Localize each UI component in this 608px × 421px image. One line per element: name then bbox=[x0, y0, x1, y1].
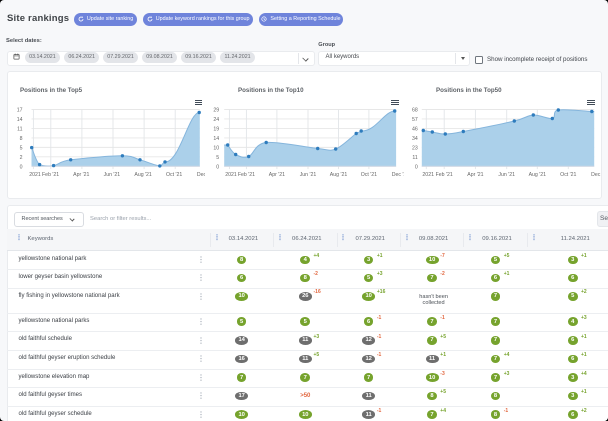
svg-text:Jun '21: Jun '21 bbox=[300, 172, 317, 178]
svg-text:2021: 2021 bbox=[422, 172, 434, 178]
svg-text:17: 17 bbox=[17, 108, 23, 114]
svg-text:Feb '21: Feb '21 bbox=[238, 172, 255, 178]
svg-text:2: 2 bbox=[20, 155, 23, 161]
svg-text:Feb '21: Feb '21 bbox=[42, 172, 59, 178]
svg-text:23: 23 bbox=[412, 146, 418, 152]
svg-text:68: 68 bbox=[412, 108, 418, 114]
svg-text:Aug '21: Aug '21 bbox=[134, 172, 152, 178]
svg-text:Aug '21: Aug '21 bbox=[528, 172, 546, 178]
svg-text:Apr '21: Apr '21 bbox=[467, 172, 483, 178]
svg-text:46: 46 bbox=[412, 127, 418, 133]
svg-text:5: 5 bbox=[20, 146, 23, 152]
svg-text:2021: 2021 bbox=[226, 172, 238, 178]
svg-text:14: 14 bbox=[17, 117, 23, 123]
svg-text:11: 11 bbox=[412, 155, 417, 161]
svg-text:8: 8 bbox=[20, 136, 23, 142]
svg-text:19: 19 bbox=[214, 127, 220, 133]
svg-text:0: 0 bbox=[415, 164, 418, 170]
svg-text:Dec '21: Dec '21 bbox=[591, 172, 602, 178]
svg-text:34: 34 bbox=[412, 136, 418, 142]
svg-text:10: 10 bbox=[214, 146, 220, 152]
svg-text:11: 11 bbox=[17, 127, 22, 133]
svg-text:Dec '21: Dec '21 bbox=[392, 172, 404, 178]
svg-text:0: 0 bbox=[20, 164, 23, 170]
svg-text:Aug '21: Aug '21 bbox=[330, 172, 348, 178]
svg-text:57: 57 bbox=[412, 117, 418, 123]
svg-text:5: 5 bbox=[217, 155, 220, 161]
svg-text:Apr '21: Apr '21 bbox=[269, 172, 285, 178]
svg-text:Dec '21: Dec '21 bbox=[197, 172, 206, 178]
svg-text:2021: 2021 bbox=[29, 172, 41, 178]
svg-text:Feb '21: Feb '21 bbox=[435, 172, 452, 178]
svg-text:Oct '21: Oct '21 bbox=[361, 172, 377, 178]
svg-text:29: 29 bbox=[214, 108, 220, 114]
svg-text:Jun '21: Jun '21 bbox=[498, 172, 515, 178]
svg-text:Oct '21: Oct '21 bbox=[166, 172, 182, 178]
svg-text:Jun '21: Jun '21 bbox=[104, 172, 121, 178]
svg-text:24: 24 bbox=[214, 117, 220, 123]
svg-text:0: 0 bbox=[217, 164, 220, 170]
svg-text:14: 14 bbox=[214, 136, 220, 142]
svg-text:Oct '21: Oct '21 bbox=[560, 172, 576, 178]
svg-text:Apr '21: Apr '21 bbox=[73, 172, 89, 178]
